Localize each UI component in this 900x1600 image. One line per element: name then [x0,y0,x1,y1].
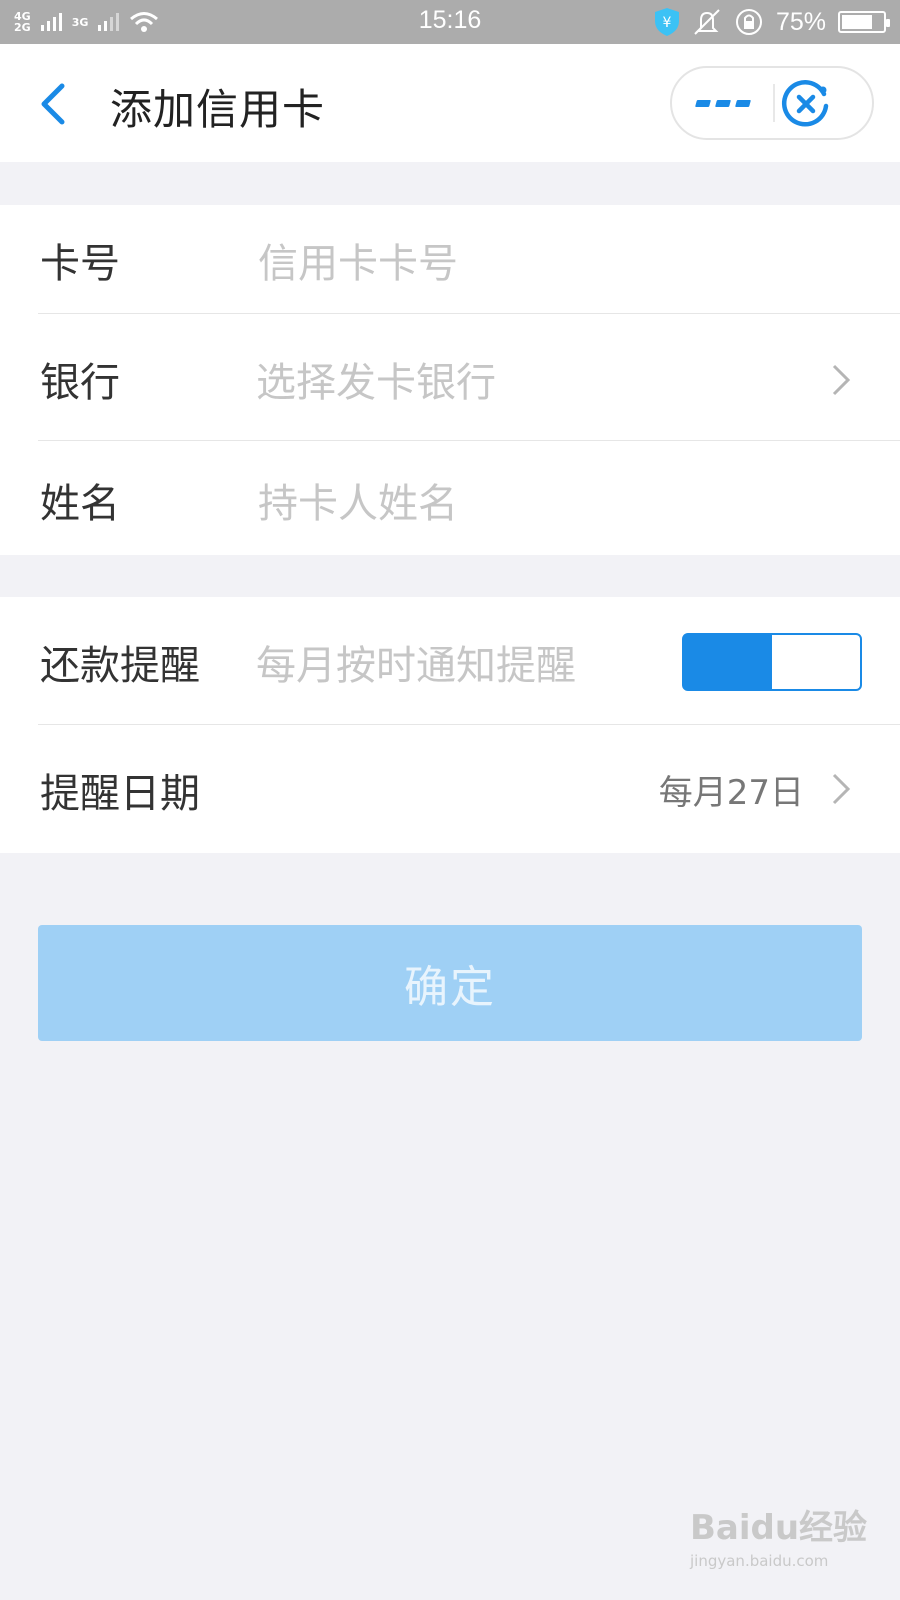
bank-row[interactable]: 银行 选择发卡银行 [0,314,900,440]
bank-select[interactable]: 选择发卡银行 [256,350,496,408]
toggle-knob [772,635,860,689]
mini-program-capsule [670,66,874,140]
battery-icon [838,11,890,33]
reminder-date-row[interactable]: 提醒日期 每月27日 [0,725,900,853]
mute-vibrate-icon [694,9,720,35]
chevron-right-icon [832,364,851,396]
card-number-label: 卡号 [40,241,120,287]
card-number-row[interactable]: 卡号 信用卡卡号 [0,205,900,313]
name-row[interactable]: 姓名 持卡人姓名 [0,441,900,555]
battery-level [842,15,872,29]
watermark-logo: Baidu经验 [690,1508,868,1548]
capsule-divider [773,84,775,122]
reminder-section: 还款提醒 每月按时通知提醒 提醒日期 每月27日 [0,597,900,853]
reminder-date-label: 提醒日期 [40,771,200,817]
confirm-button[interactable]: 确定 [38,925,862,1041]
cardholder-name-label: 姓名 [40,481,120,527]
repayment-reminder-label: 还款提醒 [40,643,200,689]
watermark-url: jingyan.baidu.com [690,1552,829,1570]
chevron-right-icon [832,773,851,805]
card-info-section: 卡号 信用卡卡号 银行 选择发卡银行 姓名 持卡人姓名 [0,205,900,555]
repayment-reminder-hint: 每月按时通知提醒 [256,643,576,689]
page-title: 添加信用卡 [110,85,326,134]
card-number-input[interactable]: 信用卡卡号 [258,231,458,289]
reminder-date-value: 每月27日 [658,773,804,813]
status-icons: ¥ 75% [654,6,890,38]
shield-icon: ¥ [654,8,679,36]
close-circle-icon[interactable] [780,78,832,130]
status-bar: 4G 2G 3G 15:16 ¥ 75% [0,0,900,44]
cardholder-name-input[interactable]: 持卡人姓名 [258,471,458,529]
bank-label: 银行 [40,360,120,406]
chevron-left-icon[interactable] [34,80,74,128]
rotation-lock-icon [735,9,762,35]
watermark: Baidu经验 jingyan.baidu.com [690,1500,870,1580]
battery-percent: 75% [775,7,826,36]
svg-text:¥: ¥ [662,15,671,31]
navigation-header: 添加信用卡 [0,44,900,162]
repayment-reminder-row: 还款提醒 每月按时通知提醒 [0,597,900,724]
reminder-toggle[interactable] [682,633,862,691]
more-dots-icon[interactable] [672,68,774,138]
